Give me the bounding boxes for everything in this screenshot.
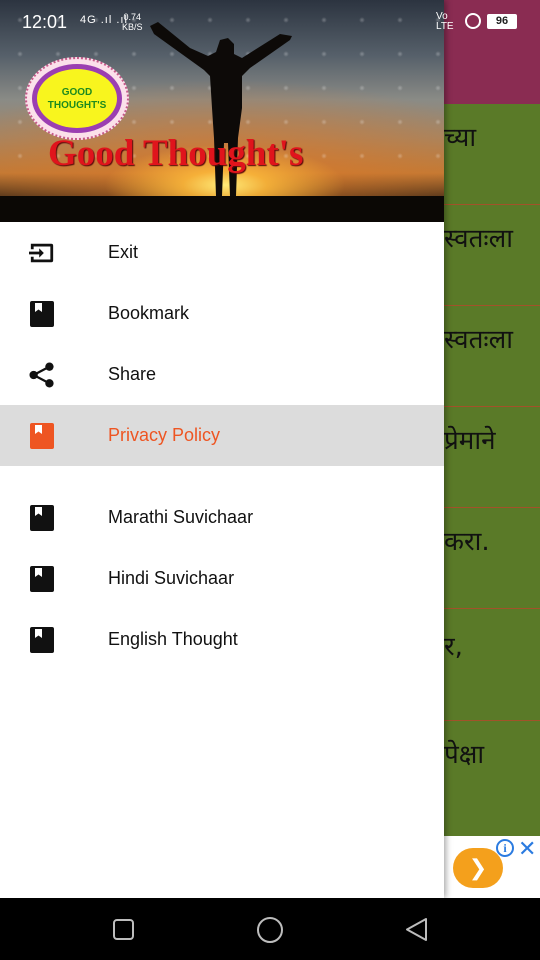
list-item-text: करा. <box>444 527 490 557</box>
share-icon <box>29 362 55 388</box>
bookmark-book-icon <box>29 627 55 653</box>
menu-item-label: Hindi Suvichaar <box>108 568 235 588</box>
network-speed: 0.74 KB/S <box>122 12 143 32</box>
app-logo: GOOD THOUGHT'S <box>25 57 129 140</box>
menu-item-label: Share <box>108 364 157 384</box>
system-navigation-bar <box>0 898 540 960</box>
menu-divider <box>0 466 444 487</box>
back-icon[interactable] <box>404 917 430 948</box>
list-item-text: पेक्षा <box>444 740 485 770</box>
menu-item-share[interactable]: Share <box>0 344 444 405</box>
status-bar: 12:01 4G .ıl .ıl 0.74 KB/S Vo LTE 96 <box>0 0 540 44</box>
menu-item-label: Exit <box>108 242 139 262</box>
list-item-text: स्वतःला <box>444 325 514 355</box>
ad-arrow-icon[interactable]: ❯ <box>453 848 503 888</box>
navigation-drawer: GOOD THOUGHT'S Good Thought's Exit Bookm… <box>0 0 444 898</box>
bookmark-book-icon <box>29 566 55 592</box>
lte-label: LTE <box>436 21 454 32</box>
drawer-title: Good Thought's <box>48 133 304 174</box>
menu-item-privacy-policy[interactable]: Privacy Policy <box>0 405 444 466</box>
logo-text: GOOD THOUGHT'S <box>47 86 107 111</box>
menu-item-exit[interactable]: Exit <box>0 222 444 283</box>
bookmark-book-icon <box>29 505 55 531</box>
ground-silhouette <box>0 196 444 222</box>
status-time: 12:01 <box>22 12 68 32</box>
menu-item-label: English Thought <box>108 629 238 649</box>
bookmark-book-icon <box>29 423 55 449</box>
volte-icon: Vo LTE <box>436 12 454 32</box>
network-speed-value: 0.74 <box>123 12 142 22</box>
menu-item-marathi-suvichaar[interactable]: Marathi Suvichaar <box>0 487 444 548</box>
bookmark-book-icon <box>29 301 55 327</box>
drawer-menu: Exit Bookmark Share Privacy Policy Marat… <box>0 222 444 670</box>
recent-apps-icon[interactable] <box>112 918 136 947</box>
logo-inner: GOOD THOUGHT'S <box>37 69 117 128</box>
exit-icon <box>29 240 55 266</box>
list-item-text: स्वतःला <box>444 224 514 254</box>
ad-close-icon[interactable]: ✕ <box>518 836 536 862</box>
list-item-text: प्रेमाने <box>444 426 496 456</box>
hotspot-icon <box>465 13 481 29</box>
menu-item-label: Marathi Suvichaar <box>108 507 254 527</box>
menu-item-label: Bookmark <box>108 303 190 323</box>
ad-info-icon[interactable]: i <box>496 839 514 857</box>
network-speed-unit: KB/S <box>122 22 143 32</box>
menu-item-label: Privacy Policy <box>108 425 221 445</box>
list-item-text: च्या <box>444 123 477 153</box>
signal-icon: 4G .ıl .ıl <box>80 14 128 26</box>
menu-item-english-thought[interactable]: English Thought <box>0 609 444 670</box>
home-icon[interactable] <box>256 916 284 949</box>
menu-item-hindi-suvichaar[interactable]: Hindi Suvichaar <box>0 548 444 609</box>
menu-item-bookmark[interactable]: Bookmark <box>0 283 444 344</box>
battery-icon: 96 <box>487 14 517 29</box>
logo-ring: GOOD THOUGHT'S <box>32 64 122 133</box>
list-item-text: र, <box>444 632 463 662</box>
